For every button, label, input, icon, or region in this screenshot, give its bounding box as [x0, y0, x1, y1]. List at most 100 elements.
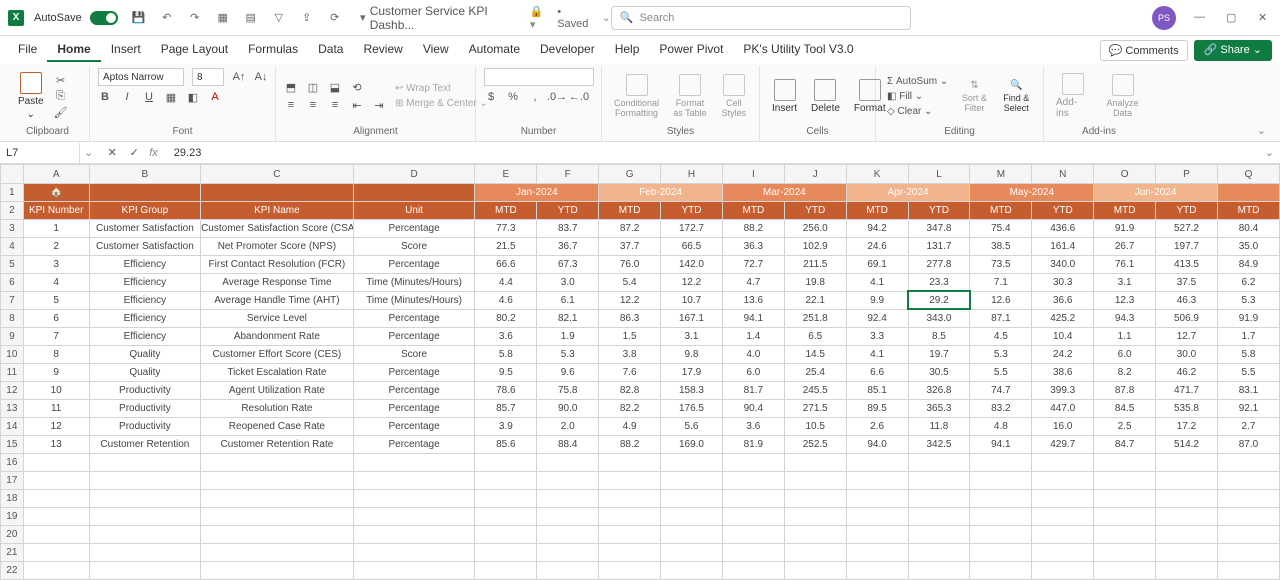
addins-button[interactable]: Add-ins	[1052, 71, 1093, 121]
row-header-15[interactable]: 15	[1, 435, 24, 453]
col-header-B[interactable]: B	[89, 165, 200, 184]
cell[interactable]	[537, 471, 599, 489]
cell[interactable]: Efficiency	[89, 273, 200, 291]
underline-icon[interactable]: U	[142, 90, 156, 104]
cell[interactable]	[661, 453, 723, 471]
cell[interactable]	[353, 507, 475, 525]
cell[interactable]	[970, 543, 1032, 561]
cell[interactable]: 94.1	[722, 309, 784, 327]
cell[interactable]	[1217, 525, 1279, 543]
cell[interactable]: 176.5	[661, 399, 723, 417]
cell[interactable]: 506.9	[1156, 309, 1218, 327]
cell[interactable]: 82.8	[599, 381, 661, 399]
fx-icon[interactable]: fx	[149, 147, 158, 159]
cell[interactable]: 36.3	[722, 238, 784, 256]
cell[interactable]: 535.8	[1156, 399, 1218, 417]
cell[interactable]: 38.5	[970, 238, 1032, 256]
minimize-icon[interactable]: —	[1194, 11, 1208, 25]
cell[interactable]	[908, 507, 970, 525]
cell[interactable]: 90.4	[722, 399, 784, 417]
cell[interactable]: 8.5	[908, 327, 970, 345]
cell[interactable]: 87.1	[970, 309, 1032, 327]
cell[interactable]: Percentage	[353, 363, 475, 381]
cell[interactable]: 12.2	[599, 291, 661, 309]
cell[interactable]: 81.7	[722, 381, 784, 399]
cell[interactable]: 9.8	[661, 345, 723, 363]
merge-center-button[interactable]: ⊞ Merge & Center ⌄	[392, 97, 491, 110]
cell[interactable]: 46.3	[1156, 291, 1218, 309]
cell[interactable]: 197.7	[1156, 238, 1218, 256]
row-header-4[interactable]: 4	[1, 238, 24, 256]
cell[interactable]	[661, 471, 723, 489]
cell[interactable]: 4.4	[475, 273, 537, 291]
row-header-20[interactable]: 20	[1, 525, 24, 543]
cell[interactable]	[908, 561, 970, 579]
cell[interactable]	[722, 471, 784, 489]
cell[interactable]	[661, 525, 723, 543]
cell[interactable]: Time (Minutes/Hours)	[353, 291, 475, 309]
cell[interactable]: 36.7	[537, 238, 599, 256]
cell[interactable]: 9	[23, 363, 89, 381]
cell[interactable]: 86.3	[599, 309, 661, 327]
cell[interactable]: 19.7	[908, 345, 970, 363]
cell[interactable]	[1032, 507, 1094, 525]
cell[interactable]	[599, 561, 661, 579]
cell[interactable]: 94.3	[1094, 309, 1156, 327]
cell[interactable]: Ticket Escalation Rate	[201, 363, 354, 381]
refresh-icon[interactable]: ⟳	[328, 11, 342, 25]
cell[interactable]: 10.5	[784, 417, 846, 435]
cell[interactable]: 76.1	[1094, 255, 1156, 273]
clear-button[interactable]: ◇ Clear ⌄	[884, 105, 951, 118]
cell[interactable]: 5.8	[475, 345, 537, 363]
cell[interactable]: 436.6	[1032, 220, 1094, 238]
cell[interactable]: 30.5	[908, 363, 970, 381]
cell[interactable]	[1156, 543, 1218, 561]
cell[interactable]: 88.2	[599, 435, 661, 453]
cell[interactable]: 5.5	[1217, 363, 1279, 381]
cell[interactable]	[89, 453, 200, 471]
cell[interactable]: 17.9	[661, 363, 723, 381]
align-right-icon[interactable]: ≡	[328, 98, 342, 112]
find-select-button[interactable]: 🔍Find & Select	[998, 78, 1035, 115]
cell[interactable]: 37.7	[599, 238, 661, 256]
cell[interactable]	[599, 453, 661, 471]
cell[interactable]: Percentage	[353, 220, 475, 238]
col-header-D[interactable]: D	[353, 165, 475, 184]
cell[interactable]: 1.7	[1217, 327, 1279, 345]
cell[interactable]: 82.1	[537, 309, 599, 327]
cell[interactable]: 3.0	[537, 273, 599, 291]
cell[interactable]: 161.4	[1032, 238, 1094, 256]
align-left-icon[interactable]: ≡	[284, 98, 298, 112]
insert-button[interactable]: Insert	[768, 77, 801, 116]
cell[interactable]: Customer Effort Score (CES)	[201, 345, 354, 363]
cell[interactable]: 343.0	[908, 309, 970, 327]
font-name-select[interactable]: Aptos Narrow	[98, 68, 184, 86]
cell[interactable]	[599, 507, 661, 525]
share-button[interactable]: 🔗 Share ⌄	[1194, 40, 1272, 61]
cell[interactable]: 1.5	[599, 327, 661, 345]
cell[interactable]: 252.5	[784, 435, 846, 453]
cell[interactable]	[908, 453, 970, 471]
cell[interactable]	[908, 543, 970, 561]
cell[interactable]: 12	[23, 417, 89, 435]
cell[interactable]	[846, 471, 908, 489]
cell[interactable]	[23, 453, 89, 471]
cell[interactable]: 83.1	[1217, 381, 1279, 399]
indent-increase-icon[interactable]: ⇥	[372, 98, 386, 112]
row-header-14[interactable]: 14	[1, 417, 24, 435]
cell[interactable]: 2.7	[1217, 417, 1279, 435]
cell[interactable]: 12.7	[1156, 327, 1218, 345]
copy-icon[interactable]: ⎘	[54, 89, 68, 103]
cell[interactable]: 471.7	[1156, 381, 1218, 399]
cell[interactable]: Customer Satisfaction Score (CSAT)	[201, 220, 354, 238]
cell[interactable]: 85.6	[475, 435, 537, 453]
cell[interactable]	[1094, 489, 1156, 507]
cell[interactable]: Service Level	[201, 309, 354, 327]
paste-button[interactable]: Paste ⌄	[14, 70, 48, 122]
cell[interactable]: 4.0	[722, 345, 784, 363]
cell[interactable]: 169.0	[661, 435, 723, 453]
cell[interactable]: 447.0	[1032, 399, 1094, 417]
cell[interactable]: 10.4	[1032, 327, 1094, 345]
cell[interactable]: 1.9	[537, 327, 599, 345]
cell[interactable]: 342.5	[908, 435, 970, 453]
